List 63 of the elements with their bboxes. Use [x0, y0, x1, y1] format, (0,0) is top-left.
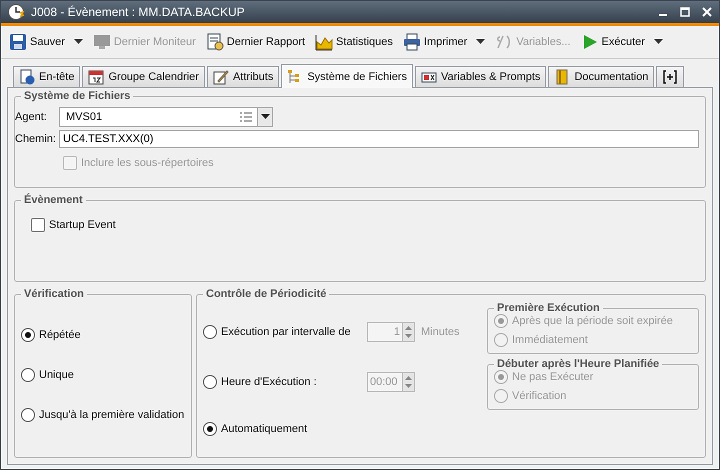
caret-icon — [654, 39, 663, 45]
report-icon — [206, 33, 224, 51]
checkbox[interactable] — [31, 218, 45, 232]
toolbar-button[interactable]: Statistiques — [313, 31, 395, 53]
radio-button[interactable] — [21, 328, 35, 342]
toolbar-button[interactable]: Imprimer — [400, 31, 488, 53]
book-icon — [554, 69, 570, 85]
radio-label: Vérification — [512, 390, 566, 402]
tab[interactable]: Variables & Prompts — [414, 66, 546, 87]
field-label: Chemin: — [15, 133, 55, 145]
checkbox-label: Startup Event — [49, 219, 116, 231]
path-field[interactable]: UC4.TEST.XXX(0) — [59, 130, 699, 148]
spin-arrows-icon — [403, 324, 414, 340]
toolbar-button[interactable]: Sauver — [7, 31, 85, 53]
group-title: Première Exécution — [496, 302, 601, 314]
close-icon[interactable] — [701, 6, 713, 18]
window-title: J008 - Évènement : MM.DATA.BACKUP — [31, 5, 246, 19]
checkbox-label: Inclure les sous-répertoires — [81, 157, 214, 169]
maximize-icon[interactable] — [679, 6, 691, 18]
radio-label: Après que la période soit expirée — [512, 315, 673, 327]
floppy-icon — [9, 33, 27, 51]
radio-label: Exécution par intervalle de — [221, 326, 352, 338]
chart-icon — [315, 33, 334, 51]
plus-icon — [663, 70, 678, 84]
caret-icon — [260, 114, 270, 120]
tab[interactable]: En-tête — [13, 66, 80, 87]
radio-button[interactable] — [21, 368, 35, 382]
caret-icon — [74, 39, 83, 45]
radio-label: Unique — [39, 369, 74, 381]
clock-icon — [7, 3, 25, 21]
tab[interactable]: Système de Fichiers — [281, 64, 413, 88]
group-title: Évènement — [23, 194, 84, 206]
tab[interactable]: Groupe Calendrier — [82, 66, 205, 87]
radio-label: Jusqu'à la première validation — [39, 409, 184, 421]
info-icon — [19, 69, 35, 85]
monitor-icon — [92, 33, 111, 51]
spin-arrows-icon — [403, 374, 414, 390]
radio-button[interactable] — [203, 325, 217, 339]
group-title: Vérification — [23, 288, 85, 300]
radio-button[interactable] — [21, 408, 35, 422]
group-title: Système de Fichiers — [23, 90, 132, 102]
unit-label: Minutes — [421, 326, 460, 338]
caret-icon — [476, 39, 486, 45]
printer-icon — [402, 33, 421, 51]
agent-dropdown[interactable]: MVS01 — [59, 107, 273, 127]
add-tab-button[interactable] — [656, 66, 684, 87]
tab[interactable]: Documentation — [548, 66, 654, 87]
field-label: Agent: — [15, 111, 48, 123]
radio-label: Répétée — [39, 329, 81, 341]
radio-button[interactable] — [203, 375, 217, 389]
group-title: Contrôle de Périodicité — [205, 288, 328, 300]
radio-label: Heure d'Exécution : — [221, 376, 318, 388]
radio-label: Automatiquement — [221, 423, 308, 435]
tab[interactable]: Attributs — [206, 66, 280, 87]
radio-button[interactable] — [203, 422, 217, 436]
radio-label: Immédiatement — [512, 334, 588, 346]
list-icon — [239, 111, 253, 123]
calendar-icon — [88, 69, 104, 85]
pencil-icon — [212, 69, 229, 85]
toolbar-button[interactable]: Dernier Rapport — [204, 31, 308, 53]
toolbar-button[interactable]: Exécuter — [578, 31, 665, 53]
group-title: Débuter après l'Heure Planifiée — [496, 358, 660, 370]
radio-label: Ne pas Exécuter — [512, 371, 594, 383]
